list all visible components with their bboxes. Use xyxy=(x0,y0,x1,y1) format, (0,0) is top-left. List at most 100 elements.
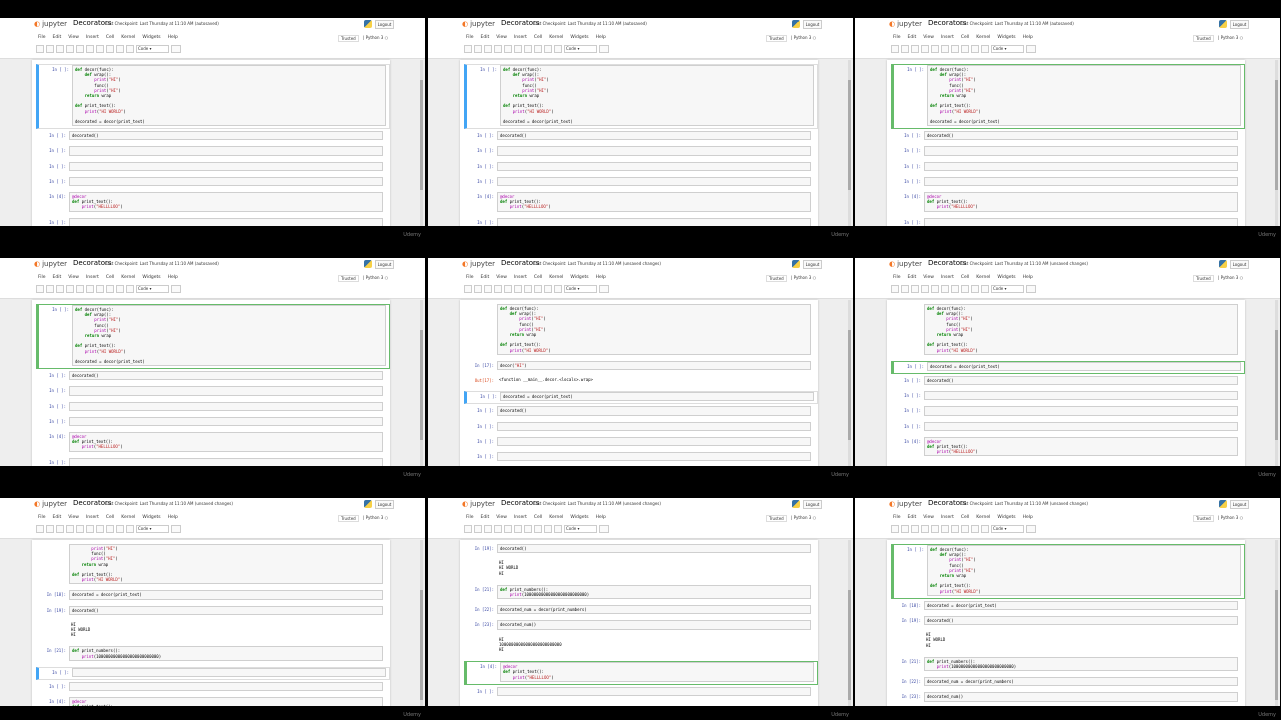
menu-item-kernel[interactable]: Kernel xyxy=(976,515,990,520)
code-cell[interactable]: In [ ]: xyxy=(464,436,814,448)
code-cell[interactable]: In [ ]: xyxy=(891,406,1241,417)
kernel-indicator[interactable]: | Python 3 ○ xyxy=(363,275,388,280)
cell-input[interactable] xyxy=(497,146,811,156)
menu-item-cell[interactable]: Cell xyxy=(961,275,969,280)
move-up-button[interactable] xyxy=(86,285,94,293)
menu-item-file[interactable]: File xyxy=(466,35,474,40)
cell-input[interactable] xyxy=(497,686,811,696)
scrollbar-thumb[interactable] xyxy=(420,590,423,700)
menu-item-cell[interactable]: Cell xyxy=(106,275,114,280)
insert-below-button[interactable] xyxy=(46,525,54,533)
logout-button[interactable]: Logout xyxy=(1230,20,1249,29)
menu-item-help[interactable]: Help xyxy=(596,35,606,40)
restart-button[interactable] xyxy=(126,285,134,293)
code-cell[interactable]: In [ ]: def decor(func): def wrap(): prin… xyxy=(464,64,818,130)
menu-item-insert[interactable]: Insert xyxy=(514,35,527,40)
code-cell[interactable]: In [ ]: xyxy=(464,686,814,698)
run-button[interactable] xyxy=(106,45,114,53)
code-cell[interactable]: In [ ]: xyxy=(891,146,1241,157)
menu-item-edit[interactable]: Edit xyxy=(53,275,62,280)
cut-button[interactable] xyxy=(56,45,64,53)
save-button[interactable] xyxy=(891,45,899,53)
menu-item-file[interactable]: File xyxy=(466,275,474,280)
cell-input[interactable] xyxy=(497,452,811,462)
cell-type-select[interactable]: Code ▾ xyxy=(136,525,169,533)
cell-input[interactable]: decorated() xyxy=(497,131,811,141)
run-button[interactable] xyxy=(961,45,969,53)
menu-item-file[interactable]: File xyxy=(893,515,901,520)
menu-item-widgets[interactable]: Widgets xyxy=(997,275,1015,280)
code-cell[interactable]: In [4]:@decor def print_text(): print("H… xyxy=(464,192,814,214)
insert-below-button[interactable] xyxy=(474,45,482,53)
menu-item-help[interactable]: Help xyxy=(168,515,178,520)
logout-button[interactable]: Logout xyxy=(803,260,822,269)
logout-button[interactable]: Logout xyxy=(1230,500,1249,509)
cell-input[interactable]: decorated() xyxy=(924,616,1238,626)
trusted-indicator[interactable]: Trusted xyxy=(766,275,787,282)
copy-button[interactable] xyxy=(66,285,74,293)
save-button[interactable] xyxy=(36,45,44,53)
code-cell[interactable]: In [ ]: xyxy=(891,217,1241,226)
code-cell[interactable]: In [ ]: xyxy=(464,146,814,157)
restart-button[interactable] xyxy=(126,525,134,533)
kernel-indicator[interactable]: | Python 3 ○ xyxy=(363,35,388,40)
code-cell[interactable]: In [ ]: decorated() xyxy=(36,131,386,142)
save-button[interactable] xyxy=(36,285,44,293)
menu-item-kernel[interactable]: Kernel xyxy=(121,515,135,520)
menu-item-edit[interactable]: Edit xyxy=(908,515,917,520)
cut-button[interactable] xyxy=(56,285,64,293)
cell-input[interactable]: decorated = decor(print_text) xyxy=(927,361,1241,371)
insert-below-button[interactable] xyxy=(474,285,482,293)
cell-type-select[interactable]: Code ▾ xyxy=(564,285,597,293)
menu-item-cell[interactable]: Cell xyxy=(961,35,969,40)
code-cell[interactable]: In [ ]: decorated() xyxy=(36,371,386,382)
cell-input[interactable]: decorated() xyxy=(497,406,811,416)
code-cell[interactable]: In [ ]: xyxy=(891,161,1241,173)
cut-button[interactable] xyxy=(911,525,919,533)
move-down-button[interactable] xyxy=(951,285,959,293)
menu-item-view[interactable]: View xyxy=(923,275,934,280)
move-up-button[interactable] xyxy=(514,525,522,533)
jupyter-logo[interactable]: ◐ jupyter xyxy=(34,20,67,28)
menu-item-view[interactable]: View xyxy=(68,275,79,280)
menu-item-widgets[interactable]: Widgets xyxy=(997,515,1015,520)
menu-item-file[interactable]: File xyxy=(38,515,46,520)
cell-type-select[interactable]: Code ▾ xyxy=(991,45,1024,53)
menu-item-help[interactable]: Help xyxy=(168,35,178,40)
trusted-indicator[interactable]: Trusted xyxy=(1193,515,1214,522)
code-cell[interactable]: In [4]:@decor def print_text(): print("H… xyxy=(36,697,386,706)
interrupt-button[interactable] xyxy=(116,285,124,293)
code-cell[interactable]: In [ ]: xyxy=(891,391,1241,402)
code-cell[interactable]: In [21]: def print_numbers(): print(10000… xyxy=(36,646,386,662)
menu-item-widgets[interactable]: Widgets xyxy=(570,35,588,40)
trusted-indicator[interactable]: Trusted xyxy=(1193,35,1214,42)
keyboard-icon[interactable] xyxy=(1026,285,1036,293)
menu-item-view[interactable]: View xyxy=(68,515,79,520)
save-button[interactable] xyxy=(36,525,44,533)
copy-button[interactable] xyxy=(921,525,929,533)
code-cell[interactable]: def decor(func): def wrap(): print("HI")… xyxy=(891,304,1241,357)
menu-item-widgets[interactable]: Widgets xyxy=(142,35,160,40)
menu-item-edit[interactable]: Edit xyxy=(908,275,917,280)
menu-item-cell[interactable]: Cell xyxy=(534,275,542,280)
paste-button[interactable] xyxy=(504,525,512,533)
logout-button[interactable]: Logout xyxy=(375,260,394,269)
cell-input[interactable] xyxy=(69,146,383,156)
code-cell[interactable]: In [ ]: decorated() xyxy=(891,376,1241,387)
scrollbar[interactable] xyxy=(1275,300,1278,466)
cell-input[interactable]: decorated() xyxy=(924,376,1238,386)
cell-input[interactable] xyxy=(72,667,386,677)
menu-item-insert[interactable]: Insert xyxy=(941,35,954,40)
code-cell[interactable]: In [ ]: def decor(func): def wrap(): prin… xyxy=(36,304,390,370)
cell-type-select[interactable]: Code ▾ xyxy=(991,525,1024,533)
move-up-button[interactable] xyxy=(941,45,949,53)
cell-input[interactable]: def decor(func): def wrap(): print("HI")… xyxy=(72,305,386,367)
copy-button[interactable] xyxy=(494,285,502,293)
cell-input[interactable] xyxy=(69,386,383,396)
code-cell[interactable]: In [23]: decorated_num() xyxy=(464,620,814,631)
code-cell[interactable]: In [ ]: decorated() xyxy=(891,131,1241,142)
menu-item-cell[interactable]: Cell xyxy=(106,35,114,40)
scrollbar-thumb[interactable] xyxy=(420,80,423,190)
run-button[interactable] xyxy=(961,525,969,533)
cut-button[interactable] xyxy=(911,285,919,293)
